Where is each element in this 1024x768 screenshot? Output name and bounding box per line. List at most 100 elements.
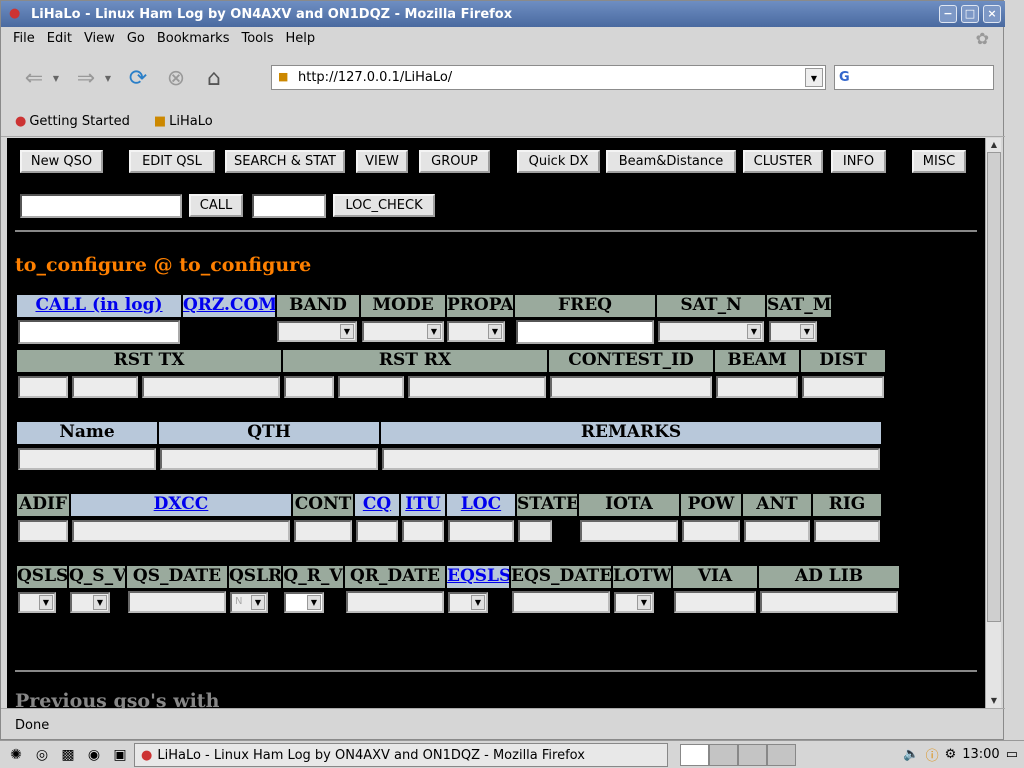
scrollbar-thumb[interactable] bbox=[987, 152, 1001, 622]
menu-help[interactable]: Help bbox=[280, 31, 322, 46]
header-itu[interactable]: ITU bbox=[401, 494, 445, 516]
sat-m-select[interactable]: ▼ bbox=[769, 321, 817, 342]
itu-field[interactable] bbox=[402, 520, 444, 542]
header-call[interactable]: CALL (in log) bbox=[17, 295, 181, 317]
browser-launcher-icon[interactable]: ◉ bbox=[84, 745, 104, 765]
workspace-1[interactable] bbox=[680, 744, 709, 766]
qr-date-field[interactable] bbox=[346, 591, 444, 613]
rst-tx-field[interactable] bbox=[18, 376, 68, 398]
quick-dx-button[interactable]: Quick DX bbox=[517, 150, 600, 173]
back-history-dropdown[interactable]: ▼ bbox=[49, 74, 63, 83]
close-button[interactable]: × bbox=[983, 5, 1001, 23]
google-search-icon[interactable]: G bbox=[839, 70, 850, 85]
vertical-scrollbar[interactable]: ▲ ▼ bbox=[985, 138, 1001, 708]
eqsls-select[interactable]: ▼ bbox=[448, 592, 488, 613]
help-lifebuoy-icon[interactable]: ◎ bbox=[32, 745, 52, 765]
show-desktop-icon[interactable]: ▭ bbox=[1006, 747, 1018, 762]
search-box[interactable]: G bbox=[834, 65, 994, 90]
qth-field[interactable] bbox=[160, 448, 378, 470]
url-bar[interactable]: ■ ▼ bbox=[271, 65, 826, 90]
header-loc-link[interactable]: LOC bbox=[461, 494, 501, 514]
ant-field[interactable] bbox=[744, 520, 810, 542]
header-dxcc[interactable]: DXCC bbox=[71, 494, 291, 516]
beam-distance-button[interactable]: Beam&Distance bbox=[606, 150, 736, 173]
misc-button[interactable]: MISC bbox=[912, 150, 966, 173]
clock[interactable]: 13:00 bbox=[962, 747, 999, 762]
dxcc-field[interactable] bbox=[72, 520, 290, 542]
debian-menu-icon[interactable]: ✺ bbox=[6, 745, 26, 765]
minimize-button[interactable]: − bbox=[939, 5, 957, 23]
header-dxcc-link[interactable]: DXCC bbox=[154, 494, 209, 514]
group-button[interactable]: GROUP bbox=[419, 150, 490, 173]
bookmark-getting-started[interactable]: ● Getting Started bbox=[15, 114, 142, 129]
bookmark-lihalo[interactable]: ■ LiHaLo bbox=[154, 114, 225, 129]
url-history-dropdown[interactable]: ▼ bbox=[805, 68, 823, 87]
terminal-icon[interactable]: ▩ bbox=[58, 745, 78, 765]
maximize-button[interactable]: □ bbox=[961, 5, 979, 23]
cluster-button[interactable]: CLUSTER bbox=[743, 150, 823, 173]
new-qso-button[interactable]: New QSO bbox=[20, 150, 103, 173]
view-button[interactable]: VIEW bbox=[356, 150, 408, 173]
taskbar-window-button[interactable]: ● LiHaLo - Linux Ham Log by ON4AXV and O… bbox=[134, 743, 668, 767]
iota-field[interactable] bbox=[580, 520, 678, 542]
qsls-select[interactable]: ▼ bbox=[18, 592, 56, 613]
eqs-date-field[interactable] bbox=[512, 591, 610, 613]
workspace-4[interactable] bbox=[767, 744, 796, 766]
url-input[interactable] bbox=[298, 70, 798, 85]
rig-field[interactable] bbox=[814, 520, 880, 542]
lotw-select[interactable]: ▼ bbox=[614, 592, 654, 613]
locator-input[interactable] bbox=[252, 194, 326, 218]
q-s-v-select[interactable]: ▼ bbox=[70, 592, 110, 613]
info-button[interactable]: INFO bbox=[831, 150, 886, 173]
state-field[interactable] bbox=[518, 520, 552, 542]
cont-field[interactable] bbox=[294, 520, 352, 542]
pow-field[interactable] bbox=[682, 520, 740, 542]
q-r-v-select[interactable]: ▼ bbox=[284, 592, 324, 613]
qslr-select[interactable]: N ▼ bbox=[230, 592, 268, 613]
via-field[interactable] bbox=[674, 591, 756, 613]
home-icon[interactable]: ⌂ bbox=[199, 63, 229, 93]
header-cq[interactable]: CQ bbox=[355, 494, 399, 516]
rst-tx-field[interactable] bbox=[142, 376, 280, 398]
rst-tx-field[interactable] bbox=[72, 376, 138, 398]
header-eqsls[interactable]: EQSLS bbox=[447, 566, 509, 588]
workspace-2[interactable] bbox=[709, 744, 738, 766]
menu-edit[interactable]: Edit bbox=[41, 31, 78, 46]
scroll-down-arrow-icon[interactable]: ▼ bbox=[986, 694, 1002, 708]
remarks-field[interactable] bbox=[382, 448, 880, 470]
header-itu-link[interactable]: ITU bbox=[405, 494, 440, 514]
name-field[interactable] bbox=[18, 448, 156, 470]
beam-field[interactable] bbox=[716, 376, 798, 398]
adif-field[interactable] bbox=[18, 520, 68, 542]
network-icon[interactable]: ⚙ bbox=[945, 747, 957, 762]
band-select[interactable]: ▼ bbox=[277, 321, 357, 342]
menu-file[interactable]: File bbox=[7, 31, 41, 46]
loc-field[interactable] bbox=[448, 520, 514, 542]
mode-select[interactable]: ▼ bbox=[362, 321, 444, 342]
menu-view[interactable]: View bbox=[78, 31, 121, 46]
header-cq-link[interactable]: CQ bbox=[363, 494, 391, 514]
stop-icon[interactable]: ⊗ bbox=[161, 63, 191, 93]
search-stat-button[interactable]: SEARCH & STAT bbox=[225, 150, 345, 173]
header-call-link[interactable]: CALL (in log) bbox=[35, 295, 162, 315]
menu-go[interactable]: Go bbox=[121, 31, 151, 46]
volume-icon[interactable]: 🔈 bbox=[903, 747, 919, 762]
call-input[interactable] bbox=[20, 194, 182, 218]
workspace-3[interactable] bbox=[738, 744, 767, 766]
menu-tools[interactable]: Tools bbox=[235, 31, 279, 46]
edit-qsl-button[interactable]: EDIT QSL bbox=[129, 150, 215, 173]
propa-select[interactable]: ▼ bbox=[447, 321, 505, 342]
workspace-pager[interactable] bbox=[680, 744, 796, 766]
call-log-input[interactable] bbox=[18, 320, 180, 344]
loc-check-button[interactable]: LOC_CHECK bbox=[333, 194, 435, 217]
menu-bookmarks[interactable]: Bookmarks bbox=[151, 31, 236, 46]
dist-field[interactable] bbox=[802, 376, 884, 398]
freq-input[interactable] bbox=[516, 320, 654, 344]
monitor-icon[interactable]: ▣ bbox=[110, 745, 130, 765]
rst-rx-field[interactable] bbox=[338, 376, 404, 398]
scroll-up-arrow-icon[interactable]: ▲ bbox=[986, 138, 1002, 152]
qs-date-field[interactable] bbox=[128, 591, 226, 613]
cq-field[interactable] bbox=[356, 520, 398, 542]
header-qrz[interactable]: QRZ.COM bbox=[183, 295, 275, 317]
call-button[interactable]: CALL bbox=[189, 194, 243, 217]
